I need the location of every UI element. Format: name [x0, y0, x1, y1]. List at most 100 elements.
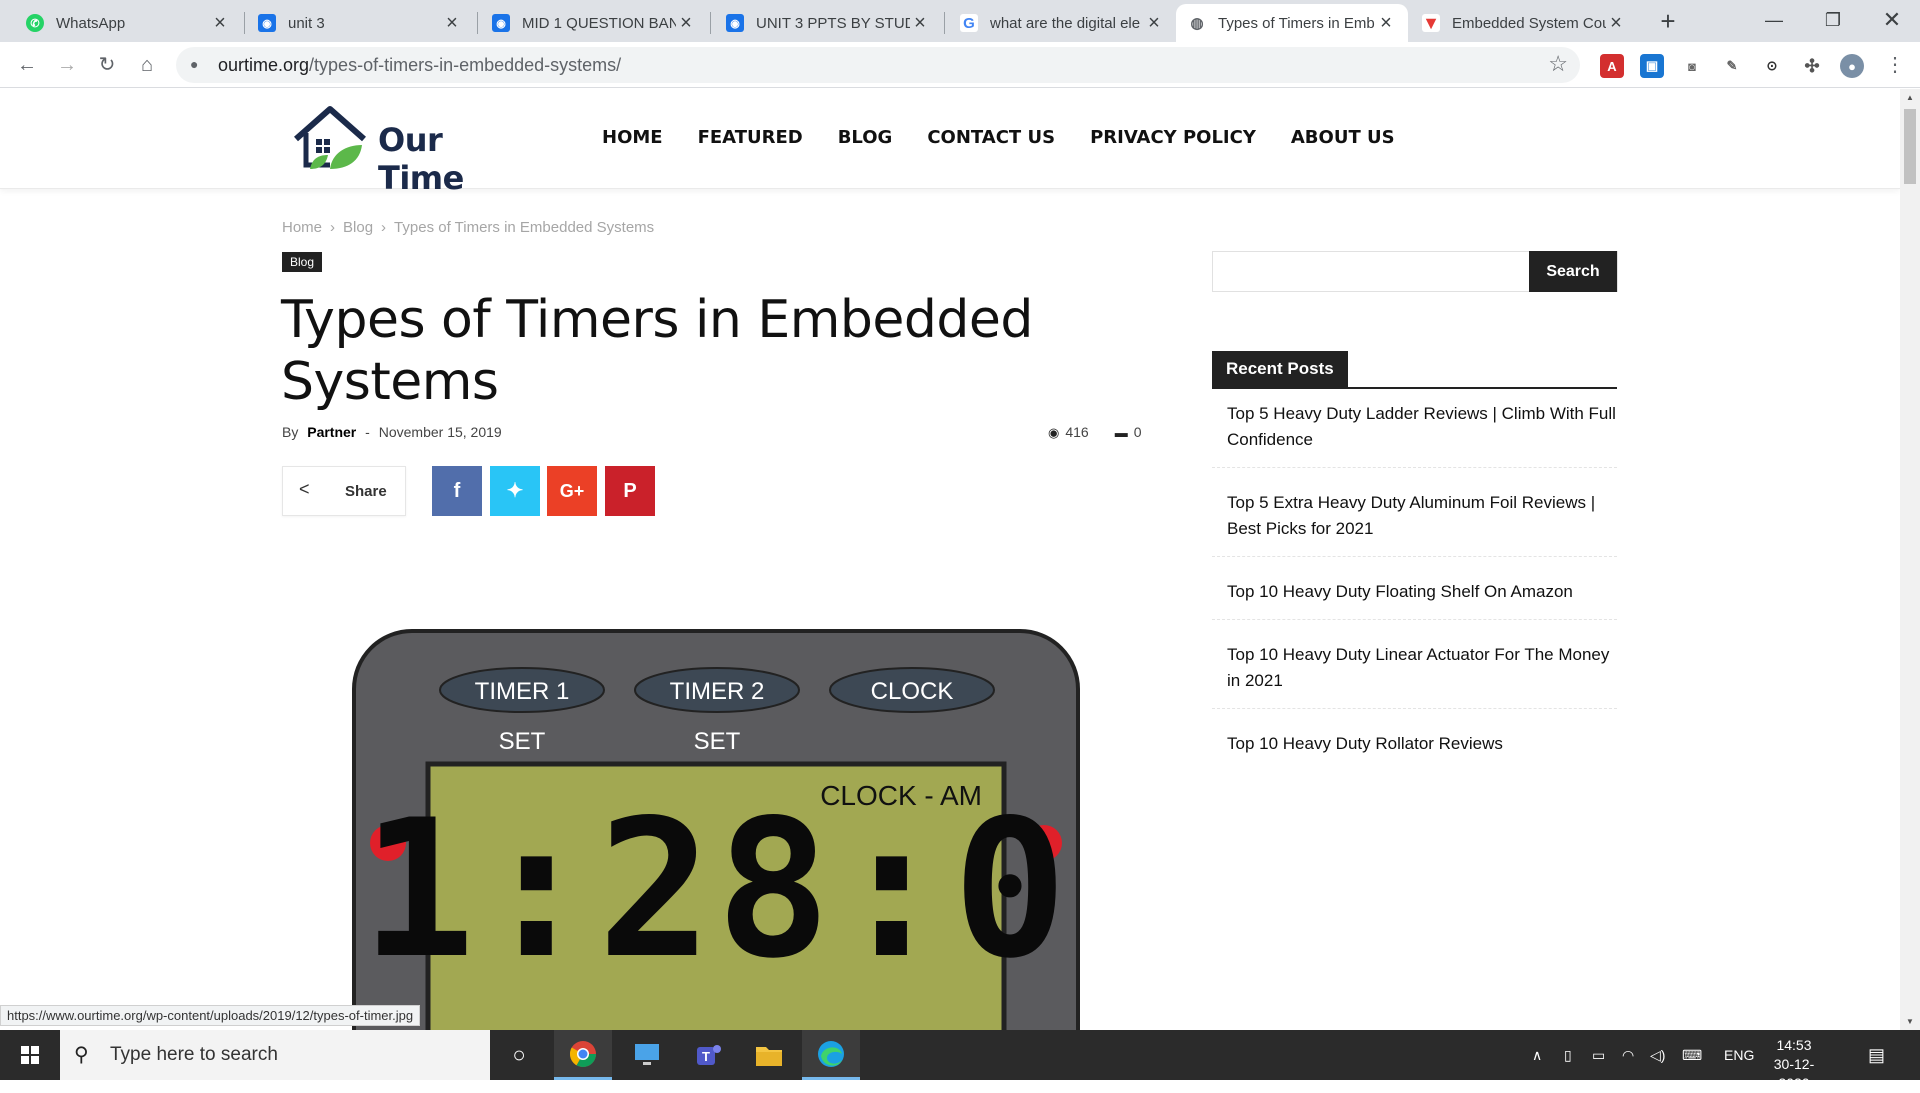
restore-icon[interactable]: ❐	[1805, 0, 1861, 42]
clock-time: 14:53	[1776, 1037, 1812, 1053]
new-tab-button[interactable]: +	[1652, 6, 1684, 38]
window-close-icon[interactable]: ✕	[1864, 0, 1920, 42]
close-icon[interactable]: ×	[210, 12, 230, 35]
taskbar-teams[interactable]: T	[680, 1030, 738, 1080]
recent-post-link[interactable]: Top 10 Heavy Duty Floating Shelf On Amaz…	[1212, 557, 1617, 620]
edge-icon	[818, 1040, 844, 1067]
breadcrumb-blog[interactable]: Blog	[343, 219, 373, 236]
battery-icon[interactable]: ▭	[1592, 1030, 1605, 1080]
classroom-icon: ◉	[492, 14, 510, 32]
comments-counter[interactable]: ▬ 0	[1115, 424, 1142, 441]
home-icon[interactable]: ⌂	[132, 50, 162, 80]
clock-label: CLOCK	[871, 678, 954, 705]
nav-privacy-policy[interactable]: PRIVACY POLICY	[1090, 127, 1256, 148]
scroll-down-icon[interactable]: ▼	[1906, 1017, 1914, 1026]
nav-featured[interactable]: FEATURED	[698, 127, 803, 148]
search-button[interactable]: Search	[1529, 251, 1617, 292]
google-icon: G	[960, 14, 978, 32]
back-icon[interactable]: ←	[12, 50, 42, 80]
device-icon[interactable]: ▯	[1564, 1030, 1572, 1080]
extension-circle-icon[interactable]: ⊙	[1760, 54, 1784, 78]
nav-home[interactable]: HOME	[602, 127, 663, 148]
tab-types-of-timers[interactable]: ◍ Types of Timers in Emb ×	[1176, 4, 1408, 42]
main-nav: HOME FEATURED BLOG CONTACT US PRIVACY PO…	[602, 127, 1430, 148]
scroll-up-icon[interactable]: ▲	[1906, 93, 1914, 102]
taskbar-file-explorer[interactable]	[740, 1030, 798, 1080]
screen-extension-icon[interactable]: ▣	[1640, 54, 1664, 78]
close-icon[interactable]: ×	[442, 12, 462, 35]
breadcrumb-current[interactable]: Types of Timers in Embedded Systems	[394, 219, 654, 236]
minimize-icon[interactable]: —	[1746, 0, 1802, 42]
breadcrumb-home[interactable]: Home	[282, 219, 322, 236]
breadcrumb-separator-icon: ›	[330, 219, 336, 236]
views-count: 416	[1065, 424, 1089, 440]
puzzle-icon[interactable]: ✣	[1800, 54, 1824, 78]
close-icon[interactable]: ×	[1376, 12, 1396, 35]
volume-icon[interactable]: ◁)	[1650, 1030, 1665, 1080]
tab-separator	[244, 12, 245, 34]
show-hidden-icons[interactable]: ∧	[1532, 1030, 1542, 1080]
eyedropper-icon[interactable]: ✎	[1720, 54, 1744, 78]
camera-icon[interactable]: ◙	[1680, 54, 1704, 78]
category-badge[interactable]: Blog	[282, 252, 323, 272]
set1-label: SET	[499, 728, 546, 755]
system-clock[interactable]: 14:53 30-12-2020	[1762, 1036, 1826, 1093]
close-icon[interactable]: ×	[1144, 12, 1164, 35]
taskbar-search-box[interactable]: ⚲ Type here to search	[60, 1030, 490, 1080]
googleplus-share-button[interactable]: G+	[547, 466, 597, 516]
recent-post-link[interactable]: Top 5 Extra Heavy Duty Aluminum Foil Rev…	[1212, 468, 1617, 557]
web-page: Our Time HOME FEATURED BLOG CONTACT US P…	[0, 89, 1900, 1030]
tab-mid1[interactable]: ◉ MID 1 QUESTION BAN ×	[480, 4, 708, 42]
start-button[interactable]	[0, 1030, 60, 1080]
avatar[interactable]: ●	[1840, 54, 1864, 78]
recent-post-link[interactable]: Top 10 Heavy Duty Rollator Reviews	[1212, 709, 1617, 757]
recent-post-link[interactable]: Top 10 Heavy Duty Linear Actuator For Th…	[1212, 620, 1617, 709]
page-scrollbar[interactable]: ▲ ▼	[1900, 89, 1920, 1030]
status-url-bubble: https://www.ourtime.org/wp-content/uploa…	[0, 1005, 421, 1026]
close-icon[interactable]: ×	[910, 12, 930, 35]
nav-blog[interactable]: BLOG	[838, 127, 893, 148]
forward-icon[interactable]: →	[52, 50, 82, 80]
tab-title: Types of Timers in Emb	[1218, 14, 1375, 32]
address-bar[interactable]: ● ourtime.org/types-of-timers-in-embedde…	[176, 47, 1580, 83]
taskbar-app-2[interactable]	[618, 1030, 676, 1080]
keyboard-icon[interactable]: ⌨	[1682, 1030, 1702, 1080]
nav-contact-us[interactable]: CONTACT US	[927, 127, 1055, 148]
pinterest-icon: P	[623, 480, 637, 502]
taskbar-chrome[interactable]	[554, 1030, 612, 1080]
scrollbar-thumb[interactable]	[1904, 109, 1916, 184]
tab-embedded-system[interactable]: ▼ Embedded System Cou ×	[1410, 4, 1638, 42]
recent-posts-header: Recent Posts	[1212, 351, 1617, 389]
author-link[interactable]: Partner	[307, 424, 356, 440]
tab-unit3[interactable]: ◉ unit 3 ×	[246, 4, 474, 42]
notification-icon[interactable]: ▤	[1868, 1030, 1885, 1080]
browser-toolbar: ← → ↻ ⌂ ● ourtime.org/types-of-timers-in…	[0, 42, 1920, 88]
classroom-icon: ◉	[258, 14, 276, 32]
nav-about-us[interactable]: ABOUT US	[1291, 127, 1395, 148]
tab-whatsapp[interactable]: ✆ WhatsApp ×	[14, 4, 242, 42]
close-icon[interactable]: ×	[676, 12, 696, 35]
site-logo[interactable]: Our Time	[290, 103, 530, 197]
pdf-extension-icon[interactable]: A	[1600, 54, 1624, 78]
bookmark-star-icon[interactable]: ☆	[1548, 51, 1568, 77]
close-icon[interactable]: ×	[1606, 12, 1626, 35]
recent-post-link[interactable]: Top 5 Heavy Duty Ladder Reviews | Climb …	[1212, 401, 1617, 468]
language-indicator[interactable]: ENG	[1724, 1030, 1754, 1080]
taskbar-edge[interactable]	[802, 1030, 860, 1080]
menu-icon[interactable]: ⋮	[1880, 50, 1910, 80]
tab-unit3-ppts[interactable]: ◉ UNIT 3 PPTS BY STUDE ×	[714, 4, 942, 42]
twitter-share-button[interactable]: ✦	[490, 466, 540, 516]
post-meta: By Partner - November 15, 2019	[282, 424, 502, 440]
share-box[interactable]: < Share	[282, 466, 406, 516]
timer-image[interactable]: TIMER 1 TIMER 2 CLOCK SET SET CLOCK - AM…	[352, 629, 1080, 1030]
tab-google-search[interactable]: G what are the digital ele ×	[948, 4, 1176, 42]
wifi-icon[interactable]: ◠	[1622, 1030, 1634, 1080]
search-placeholder: Type here to search	[110, 1044, 278, 1065]
pinterest-share-button[interactable]: P	[605, 466, 655, 516]
cortana-icon[interactable]: ○	[490, 1030, 548, 1080]
facebook-share-button[interactable]: f	[432, 466, 482, 516]
reload-icon[interactable]: ↻	[92, 50, 122, 80]
tab-separator	[944, 12, 945, 34]
timer2-label: TIMER 2	[670, 678, 765, 705]
set2-label: SET	[694, 728, 741, 755]
